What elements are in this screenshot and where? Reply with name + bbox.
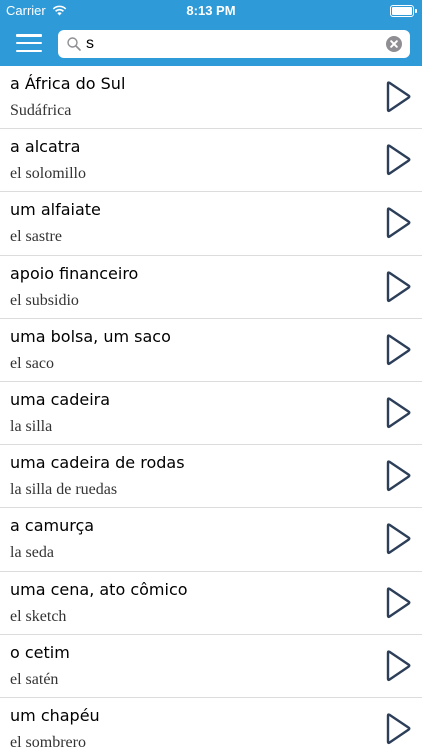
play-audio-icon[interactable]	[384, 80, 412, 114]
hamburger-line	[16, 49, 42, 52]
portuguese-phrase: uma cadeira de rodas	[10, 453, 185, 473]
portuguese-phrase: uma bolsa, um saco	[10, 326, 171, 346]
portuguese-phrase: o cetim	[10, 642, 70, 662]
play-audio-icon[interactable]	[384, 143, 412, 177]
spanish-translation: la silla de ruedas	[10, 481, 118, 499]
play-audio-icon[interactable]	[384, 333, 412, 367]
status-time: 8:13 PM	[186, 3, 236, 18]
list-item[interactable]: a África do Sul Sudáfrica	[0, 66, 422, 130]
list-item[interactable]: uma cena, ato cômico el sketch	[0, 572, 422, 635]
play-audio-icon[interactable]	[384, 586, 412, 620]
list-item[interactable]: uma cadeira de rodas la silla de ruedas	[0, 445, 422, 509]
search-input[interactable]	[86, 32, 376, 56]
play-audio-icon[interactable]	[384, 396, 412, 430]
spanish-translation: el saco	[10, 354, 54, 372]
portuguese-phrase: apoio financeiro	[10, 263, 139, 283]
battery-icon	[390, 5, 417, 17]
play-audio-icon[interactable]	[384, 206, 412, 240]
portuguese-phrase: a África do Sul	[10, 74, 126, 93]
status-bar: Carrier 8:13 PM	[0, 0, 422, 22]
portuguese-phrase: a alcatra	[10, 137, 81, 157]
play-audio-icon[interactable]	[384, 270, 412, 304]
spanish-translation: el sastre	[10, 228, 62, 246]
spanish-translation: la seda	[10, 544, 54, 562]
portuguese-phrase: uma cadeira	[10, 389, 111, 409]
search-bar	[58, 30, 410, 58]
list-item[interactable]: a alcatra el solomillo	[0, 129, 422, 193]
play-audio-icon[interactable]	[384, 649, 412, 683]
clear-search-button[interactable]	[386, 36, 402, 52]
spanish-translation: el sketch	[10, 607, 67, 625]
list-item[interactable]: apoio financeiro el subsidio	[0, 256, 422, 319]
list-item[interactable]: o cetim el satén	[0, 635, 422, 698]
play-audio-icon[interactable]	[384, 459, 412, 493]
list-item[interactable]: uma cadeira la silla	[0, 382, 422, 446]
spanish-translation: Sudáfrica	[10, 102, 72, 119]
spanish-translation: el satén	[10, 670, 59, 688]
portuguese-phrase: um alfaiate	[10, 200, 101, 220]
spanish-translation: la silla	[10, 417, 53, 435]
play-audio-icon[interactable]	[384, 712, 412, 746]
spanish-translation: el sombrero	[10, 733, 86, 750]
hamburger-line	[16, 41, 42, 45]
list-item[interactable]: uma bolsa, um saco el saco	[0, 319, 422, 382]
list-item[interactable]: a camurça la seda	[0, 508, 422, 572]
portuguese-phrase: um chapéu	[10, 705, 100, 725]
hamburger-line	[16, 34, 42, 37]
spanish-translation: el solomillo	[10, 165, 86, 183]
phrase-list: a África do Sul Sudáfrica a alcatra el solo…	[0, 66, 422, 750]
portuguese-phrase: uma cena, ato cômico	[10, 579, 188, 599]
search-icon	[67, 37, 81, 51]
list-item[interactable]: um chapéu el sombrero	[0, 698, 422, 750]
spanish-translation: el subsidio	[10, 291, 79, 309]
portuguese-phrase: a camurça	[10, 516, 95, 536]
nav-header: Carrier 8:13 PM	[0, 0, 422, 66]
menu-button[interactable]	[14, 30, 44, 56]
play-audio-icon[interactable]	[384, 522, 412, 556]
list-item[interactable]: um alfaiate el sastre	[0, 192, 422, 256]
